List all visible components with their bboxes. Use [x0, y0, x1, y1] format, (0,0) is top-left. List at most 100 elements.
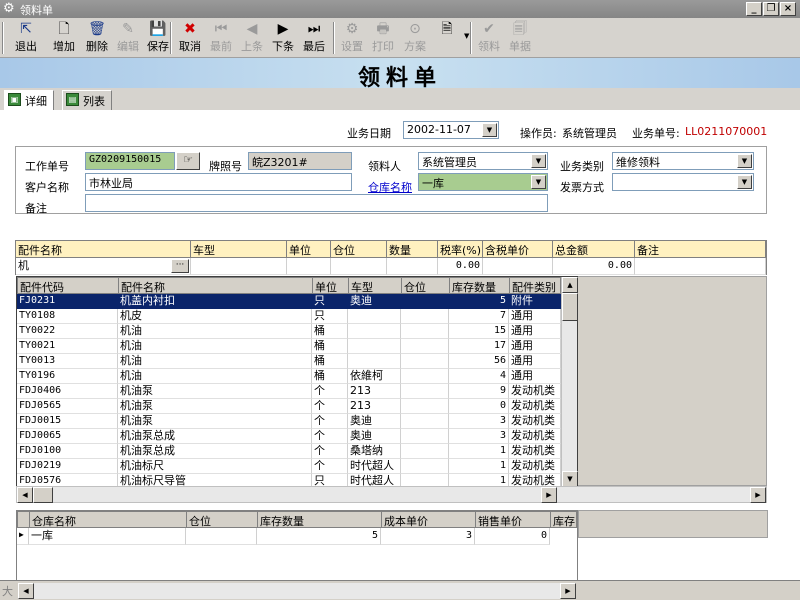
- minimize-button[interactable]: _: [746, 2, 762, 16]
- lookup-row[interactable]: FDJ0015 机油泵个奥迪 3 发动机类: [17, 414, 561, 429]
- lookup-col-header[interactable]: 单位: [313, 278, 349, 294]
- warehouse-link[interactable]: 仓库名称: [368, 179, 412, 195]
- entry-cartype-cell[interactable]: [191, 258, 287, 275]
- lookup-col-header[interactable]: 配件代码: [18, 278, 119, 294]
- toolbar-button-trash[interactable]: 🗑 删除: [82, 20, 112, 56]
- status-scroll-right-icon[interactable]: ▶: [560, 583, 576, 599]
- toolbar-button-prev[interactable]: ◀ 上条: [237, 20, 267, 56]
- lookup-row[interactable]: FJ0231 机盖内衬扣只奥迪 5 附件: [17, 294, 561, 309]
- toolbar-button-check[interactable]: ✔ 领料: [474, 20, 504, 56]
- entry-col-header[interactable]: 车型: [191, 241, 287, 257]
- close-button[interactable]: ×: [780, 2, 796, 16]
- stock-row[interactable]: ▶ 一库 5 3 0: [17, 528, 577, 545]
- tab-list[interactable]: ▤ 列表: [62, 90, 112, 110]
- entry-hscroll-thumb[interactable]: [33, 487, 53, 503]
- entry-col-header[interactable]: 税率(%): [438, 241, 483, 257]
- lookup-row[interactable]: FDJ0065 机油泵总成个奥迪 3 发动机类: [17, 429, 561, 444]
- app-gear-icon[interactable]: ⚙: [3, 1, 15, 16]
- lookup-row[interactable]: TY0013 机油桶 56 通用: [17, 354, 561, 369]
- scroll-right-icon[interactable]: ▶: [541, 487, 557, 503]
- stock-col-header[interactable]: 仓库名称: [30, 512, 187, 528]
- lookup-row[interactable]: FDJ0565 机油泵个 213 0 发动机类: [17, 399, 561, 414]
- entry-price-cell[interactable]: [483, 258, 553, 275]
- restore-button[interactable]: ❐: [763, 2, 779, 16]
- date-picker[interactable]: 2002-11-07 ▼: [403, 121, 499, 139]
- lookup-row[interactable]: TY0021 机油桶 17 通用: [17, 339, 561, 354]
- stock-col-header[interactable]: 成本单价: [382, 512, 476, 528]
- customer-field[interactable]: 市林业局: [85, 173, 352, 191]
- invoice-select[interactable]: ▼: [612, 173, 754, 191]
- entry-bin-cell[interactable]: [331, 258, 387, 275]
- entry-remark-cell[interactable]: [635, 258, 766, 275]
- entry-col-header[interactable]: 数量: [387, 241, 438, 257]
- toolbar-button-first[interactable]: ⏮ 最前: [206, 20, 236, 56]
- entry-unit-cell[interactable]: [287, 258, 331, 275]
- stock-col-header[interactable]: 销售单价: [476, 512, 551, 528]
- plate-field[interactable]: 皖Z3201#: [248, 152, 352, 170]
- toolbar-button-next[interactable]: ▶ 下条: [268, 20, 298, 56]
- entry-qty-cell[interactable]: [387, 258, 438, 275]
- toolbar-button-print[interactable]: 🖶 打印: [368, 20, 398, 56]
- lookup-col-header[interactable]: 仓位: [402, 278, 450, 294]
- entry-col-header[interactable]: 配件名称: [16, 241, 191, 257]
- lookup-col-header[interactable]: 车型: [349, 278, 402, 294]
- warehouse-dropdown-icon[interactable]: ▼: [531, 175, 546, 189]
- toolbar-button-save[interactable]: 💾 保存: [143, 20, 173, 56]
- entry-col-header[interactable]: 单位: [287, 241, 331, 257]
- scroll-down-icon[interactable]: ▼: [562, 471, 578, 487]
- picker-select[interactable]: 系统管理员 ▼: [418, 152, 548, 170]
- lookup-row[interactable]: TY0022 机油桶 15 通用: [17, 324, 561, 339]
- lookup-row[interactable]: FDJ0100 机油泵总成个桑塔纳 1 发动机类: [17, 444, 561, 459]
- chevron-down-icon[interactable]: ▼: [464, 32, 469, 40]
- work-no-lookup-button[interactable]: ☞: [176, 152, 200, 170]
- scroll-right-end-icon[interactable]: ▶: [750, 487, 766, 503]
- toolbar-button-last[interactable]: ⏭ 最后: [299, 20, 329, 56]
- invoice-dropdown-icon[interactable]: ▼: [737, 175, 752, 189]
- entry-name-cell[interactable]: 机: [16, 258, 191, 275]
- lookup-row[interactable]: FDJ0406 机油泵个 213 9 发动机类: [17, 384, 561, 399]
- remark-field[interactable]: [85, 194, 548, 212]
- warehouse-select[interactable]: 一库 ▼: [418, 173, 548, 191]
- entry-row[interactable]: 机 ··· 0.00 0.00: [16, 258, 766, 275]
- status-scroll-left-icon[interactable]: ◀: [18, 583, 34, 599]
- stock-col-header[interactable]: 库存数量: [258, 512, 382, 528]
- work-no-field[interactable]: GZ0209150015: [85, 152, 175, 170]
- toolbar-button-settings[interactable]: ⚙ 设置: [337, 20, 367, 56]
- entry-rate-cell[interactable]: 0.00: [438, 258, 483, 275]
- lookup-scroll-thumb[interactable]: [562, 293, 578, 321]
- lookup-col-header[interactable]: 库存数量: [450, 278, 510, 294]
- biz-type-select[interactable]: 维修领料 ▼: [612, 152, 754, 170]
- date-dropdown-icon[interactable]: ▼: [482, 123, 497, 137]
- entry-total-cell[interactable]: 0.00: [553, 258, 635, 275]
- entry-col-header[interactable]: 含税单价: [483, 241, 553, 257]
- lookup-col-header[interactable]: 配件类别: [510, 278, 562, 294]
- entry-hscrollbar[interactable]: ◀ ▶ ▶: [16, 486, 767, 503]
- status-hscroll-track[interactable]: [34, 583, 560, 599]
- toolbar-button-cancel[interactable]: ✖ 取消: [174, 20, 206, 56]
- entry-col-header[interactable]: 备注: [635, 241, 766, 257]
- entry-col-header[interactable]: 总金额: [553, 241, 635, 257]
- scroll-left-icon[interactable]: ◀: [17, 487, 33, 503]
- toolbar-button-edit[interactable]: ✎ 编辑: [113, 20, 143, 56]
- entry-col-header[interactable]: 仓位: [331, 241, 387, 257]
- toolbar-grip[interactable]: [2, 22, 4, 54]
- toolbar-button-doc-dropdown[interactable]: 🗎 ▼: [434, 20, 469, 56]
- scroll-up-icon[interactable]: ▲: [562, 277, 578, 293]
- lookup-vscrollbar[interactable]: ▲ ▼: [561, 277, 578, 487]
- stock-col-header[interactable]: 仓位: [187, 512, 258, 528]
- toolbar-button-exit[interactable]: ⇱ 退出: [8, 20, 44, 56]
- lookup-row[interactable]: TY0108 机皮只 7 通用: [17, 309, 561, 324]
- picker-dropdown-icon[interactable]: ▼: [531, 154, 546, 168]
- lookup-row[interactable]: FDJ0219 机油标尺个时代超人 1 发动机类: [17, 459, 561, 474]
- lookup-cell: FDJ0100: [17, 444, 118, 459]
- lookup-col-header[interactable]: 配件名称: [119, 278, 313, 294]
- toolbar-button-binoculars[interactable]: ⊙ 方案: [399, 20, 431, 56]
- toolbar-button-new-doc[interactable]: 🗋 增加: [48, 20, 80, 56]
- tab-detail[interactable]: ▣ 详细: [4, 90, 54, 110]
- toolbar-button-doc[interactable]: 🗐 单据: [505, 20, 535, 56]
- biz-type-dropdown-icon[interactable]: ▼: [737, 154, 752, 168]
- lookup-row[interactable]: TY0196 机油桶依維柯 4 通用: [17, 369, 561, 384]
- toolbar-button-label: 设置: [341, 40, 363, 53]
- entry-name-lookup-button[interactable]: ···: [171, 259, 189, 273]
- stock-col-header[interactable]: 库存: [551, 512, 578, 528]
